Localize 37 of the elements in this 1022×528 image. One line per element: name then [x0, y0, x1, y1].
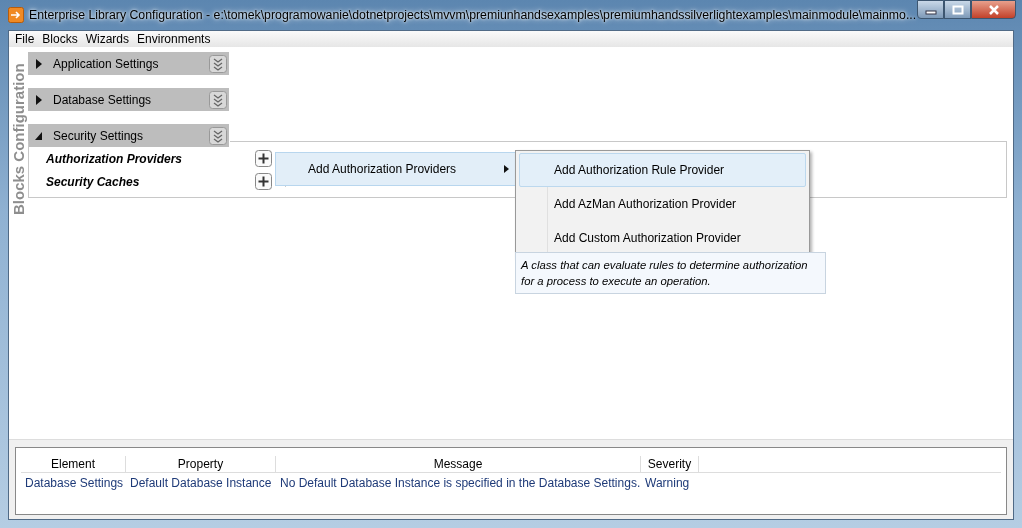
section-header[interactable]: Database Settings — [28, 88, 229, 111]
column-header[interactable]: Property — [126, 456, 276, 472]
menu-item[interactable]: Add Authorization Providers — [275, 152, 516, 186]
tree-item[interactable]: Security Caches — [46, 174, 255, 189]
column-header[interactable]: Element — [21, 456, 126, 472]
collapse-icon — [35, 130, 43, 141]
menu-item[interactable]: Add Custom Authorization Provider — [519, 221, 806, 255]
column-header[interactable]: Severity — [641, 456, 699, 472]
menu-item[interactable]: Add Authorization Rule Provider — [519, 153, 806, 187]
menu-item[interactable]: Blocks — [38, 32, 82, 46]
add-icon[interactable] — [255, 173, 272, 190]
window-title: Enterprise Library Configuration - e:\tomek\programowanie\dotnetprojects\mvvm\premiunhandsexamples\premiumhandssilverlightexamples\mainmodule\mainmo... — [29, 8, 917, 22]
chevron-icon[interactable] — [209, 90, 227, 109]
tree-item[interactable]: Authorization Providers — [46, 151, 255, 166]
submenu-arrow-icon — [504, 165, 509, 173]
maximize-icon — [951, 4, 964, 15]
close-button[interactable] — [971, 0, 1016, 19]
minimize-button[interactable] — [917, 0, 944, 19]
section-header[interactable]: Application Settings — [28, 52, 229, 75]
menu-item[interactable]: File — [11, 32, 39, 46]
side-label: Blocks Configuration — [10, 62, 27, 215]
column-header[interactable]: Message — [276, 456, 641, 472]
add-icon[interactable] — [255, 150, 272, 167]
table-cell-text: No Default Database Instance is specified in the Database Settings. — [279, 475, 641, 490]
close-icon — [986, 4, 1001, 15]
menu-item[interactable]: Wizards — [81, 32, 134, 46]
tooltip: A class that can evaluate rules to determine authorization for a process to execute an operation. — [515, 252, 826, 294]
expand-icon — [35, 94, 43, 105]
table-cell-text: Database Settings — [24, 475, 125, 490]
chevron-icon[interactable] — [209, 54, 227, 73]
table-cell-text: Default Database Instance — [129, 475, 273, 490]
menu-item[interactable]: Add AzMan Authorization Provider — [519, 187, 806, 221]
app-icon — [8, 7, 24, 23]
table-cell-text: Warning — [644, 475, 691, 490]
menu-item[interactable]: Environments — [133, 32, 215, 46]
expand-icon — [35, 58, 43, 69]
maximize-button[interactable] — [944, 0, 971, 19]
